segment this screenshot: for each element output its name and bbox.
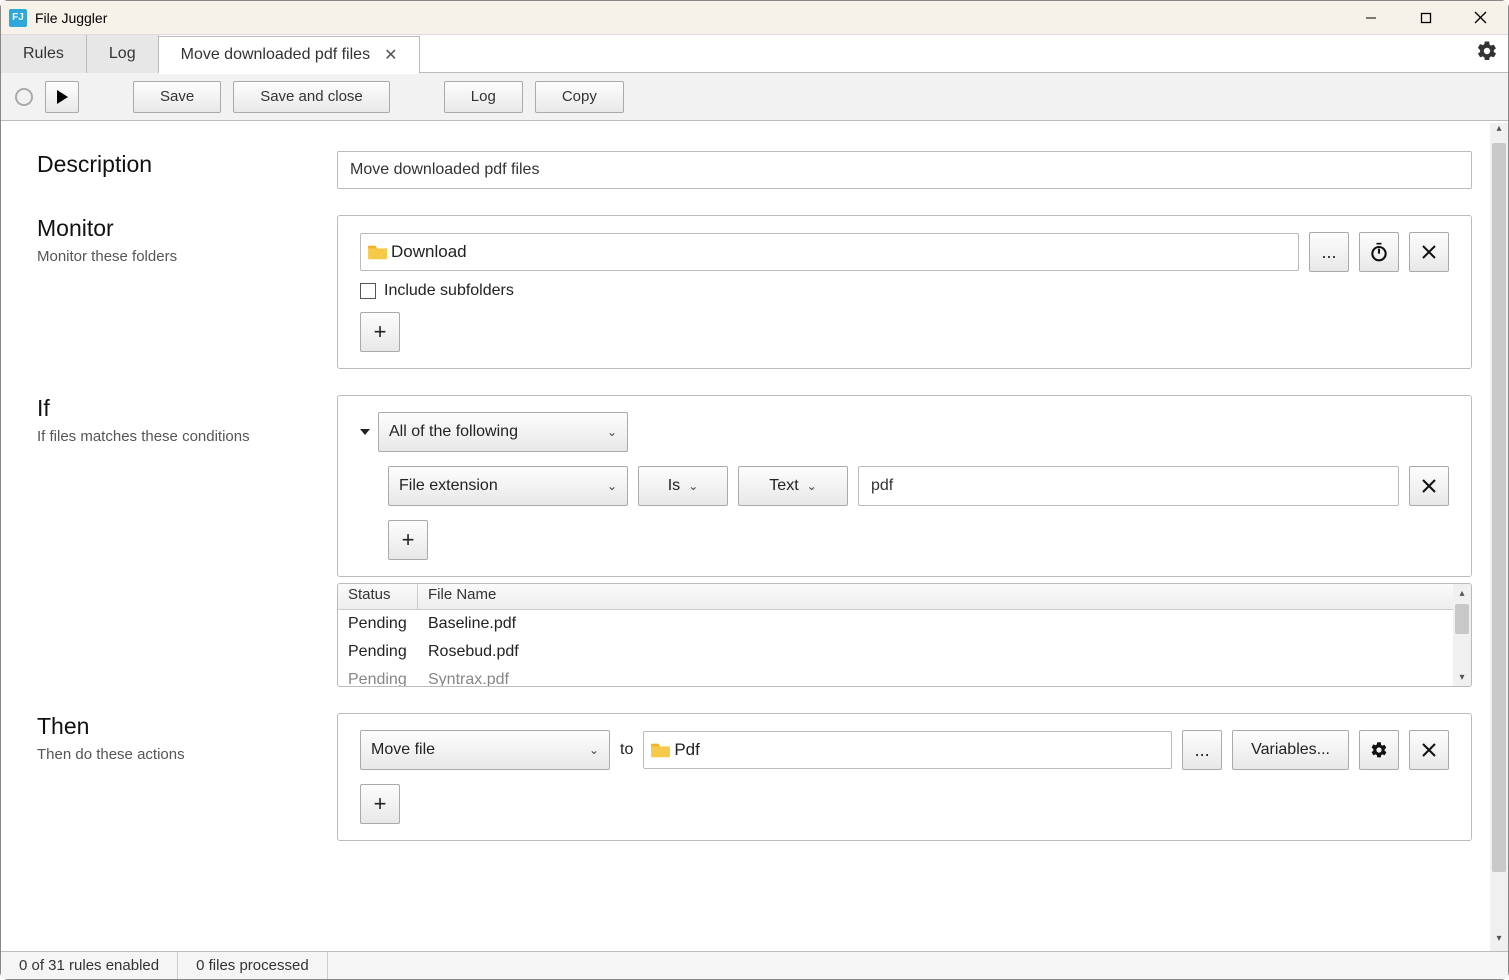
condition-type-combo[interactable]: Text ⌄ xyxy=(738,466,848,506)
monitor-folder-name: Download xyxy=(391,242,467,262)
scroll-down-icon[interactable]: ▾ xyxy=(1459,668,1464,686)
tab-active-rule[interactable]: Move downloaded pdf files ✕ xyxy=(159,36,421,74)
play-icon xyxy=(57,90,68,104)
condition-operator-combo[interactable]: Is ⌄ xyxy=(638,466,728,506)
condition-field-combo[interactable]: File extension ⌄ xyxy=(388,466,628,506)
scroll-thumb[interactable] xyxy=(1455,604,1469,634)
tabs-row: Rules Log Move downloaded pdf files ✕ xyxy=(1,35,1508,73)
description-section: Description xyxy=(37,151,1472,189)
add-action-button[interactable]: + xyxy=(360,784,400,824)
if-section: If If files matches these conditions All… xyxy=(37,395,1472,687)
close-tab-icon[interactable]: ✕ xyxy=(384,45,397,65)
description-input[interactable] xyxy=(337,151,1472,189)
file-preview-table: Status File Name Pending Baseline.pdf Pe… xyxy=(337,583,1472,687)
app-icon: FJ xyxy=(9,9,27,27)
tab-log[interactable]: Log xyxy=(87,35,159,73)
status-rules-enabled: 0 of 31 rules enabled xyxy=(1,952,178,979)
if-heading: If xyxy=(37,395,337,422)
main-scrollbar[interactable]: ▴ ▾ xyxy=(1490,123,1508,951)
toolbar: Save Save and close Log Copy xyxy=(1,73,1508,121)
row-status: Pending xyxy=(338,615,418,633)
row-status: Pending xyxy=(338,643,418,661)
copy-button[interactable]: Copy xyxy=(535,81,624,113)
browse-destination-button[interactable]: ... xyxy=(1182,730,1222,770)
window-title: File Juggler xyxy=(35,10,1343,26)
tab-rules[interactable]: Rules xyxy=(1,35,87,73)
variables-button[interactable]: Variables... xyxy=(1232,730,1349,770)
col-filename-header[interactable]: File Name xyxy=(418,584,1471,609)
condition-type-label: Text xyxy=(769,477,798,495)
condition-group-mode-label: All of the following xyxy=(389,423,518,441)
condition-group-mode-combo[interactable]: All of the following ⌄ xyxy=(378,412,628,452)
table-row[interactable]: Pending Baseline.pdf xyxy=(338,610,1471,638)
monitor-folder-field[interactable]: Download xyxy=(360,233,1299,271)
row-status: Pending xyxy=(338,671,418,687)
condition-operator-label: Is xyxy=(668,477,680,495)
close-window-button[interactable] xyxy=(1453,1,1508,35)
to-label: to xyxy=(620,741,633,759)
log-button[interactable]: Log xyxy=(444,81,523,113)
include-subfolders-label: Include subfolders xyxy=(384,282,514,300)
titlebar: FJ File Juggler xyxy=(1,1,1508,35)
status-files-processed: 0 files processed xyxy=(178,952,328,979)
scroll-thumb[interactable] xyxy=(1492,143,1506,872)
scroll-down-icon[interactable]: ▾ xyxy=(1490,933,1508,951)
condition-field-label: File extension xyxy=(399,477,498,495)
chevron-down-icon: ⌄ xyxy=(589,743,599,757)
file-table-header: Status File Name xyxy=(338,584,1471,610)
settings-gear-icon[interactable] xyxy=(1476,40,1498,68)
window-controls xyxy=(1343,1,1508,35)
col-status-header[interactable]: Status xyxy=(338,584,418,609)
add-condition-button[interactable]: + xyxy=(388,520,428,560)
scroll-up-icon[interactable]: ▴ xyxy=(1459,584,1464,602)
table-row[interactable]: Pending Syntrax.pdf xyxy=(338,666,1471,687)
remove-action-button[interactable] xyxy=(1409,730,1449,770)
monitor-section: Monitor Monitor these folders Download .… xyxy=(37,215,1472,369)
include-subfolders-row[interactable]: Include subfolders xyxy=(360,282,1449,300)
folder-icon xyxy=(650,741,672,759)
browse-folder-button[interactable]: ... xyxy=(1309,232,1349,272)
scroll-up-icon[interactable]: ▴ xyxy=(1490,123,1508,141)
row-filename: Baseline.pdf xyxy=(418,615,1471,633)
table-row[interactable]: Pending Rosebud.pdf xyxy=(338,638,1471,666)
chevron-down-icon: ⌄ xyxy=(607,425,617,439)
main-content: Description Monitor Monitor these folder… xyxy=(1,121,1508,951)
table-scrollbar[interactable]: ▴ ▾ xyxy=(1453,584,1471,686)
action-combo[interactable]: Move file ⌄ xyxy=(360,730,610,770)
monitor-timer-button[interactable] xyxy=(1359,232,1399,272)
destination-folder-field[interactable]: Pdf xyxy=(643,731,1172,769)
save-button[interactable]: Save xyxy=(133,81,221,113)
maximize-button[interactable] xyxy=(1398,1,1453,35)
destination-folder-name: Pdf xyxy=(674,740,700,760)
minimize-button[interactable] xyxy=(1343,1,1398,35)
row-filename: Syntrax.pdf xyxy=(418,671,1471,687)
record-indicator[interactable] xyxy=(15,88,33,106)
monitor-subtitle: Monitor these folders xyxy=(37,248,337,265)
statusbar: 0 of 31 rules enabled 0 files processed xyxy=(1,951,1508,979)
chevron-down-icon: ⌄ xyxy=(607,479,617,493)
row-filename: Rosebud.pdf xyxy=(418,643,1471,661)
then-subtitle: Then do these actions xyxy=(37,746,337,763)
remove-monitor-button[interactable] xyxy=(1409,232,1449,272)
save-and-close-button[interactable]: Save and close xyxy=(233,81,390,113)
action-label: Move file xyxy=(371,741,435,759)
chevron-down-icon: ⌄ xyxy=(688,479,698,493)
action-settings-button[interactable] xyxy=(1359,730,1399,770)
play-button[interactable] xyxy=(45,81,79,113)
condition-value-input[interactable] xyxy=(858,466,1399,506)
description-heading: Description xyxy=(37,151,337,178)
tab-active-label: Move downloaded pdf files xyxy=(181,46,370,64)
chevron-down-icon: ⌄ xyxy=(807,479,817,493)
remove-condition-button[interactable] xyxy=(1409,466,1449,506)
if-subtitle: If files matches these conditions xyxy=(37,428,337,445)
include-subfolders-checkbox[interactable] xyxy=(360,283,376,299)
then-heading: Then xyxy=(37,713,337,740)
monitor-heading: Monitor xyxy=(37,215,337,242)
add-monitor-button[interactable]: + xyxy=(360,312,400,352)
then-section: Then Then do these actions Move file ⌄ t… xyxy=(37,713,1472,841)
folder-icon xyxy=(367,243,389,261)
collapse-toggle-icon[interactable] xyxy=(360,429,370,435)
